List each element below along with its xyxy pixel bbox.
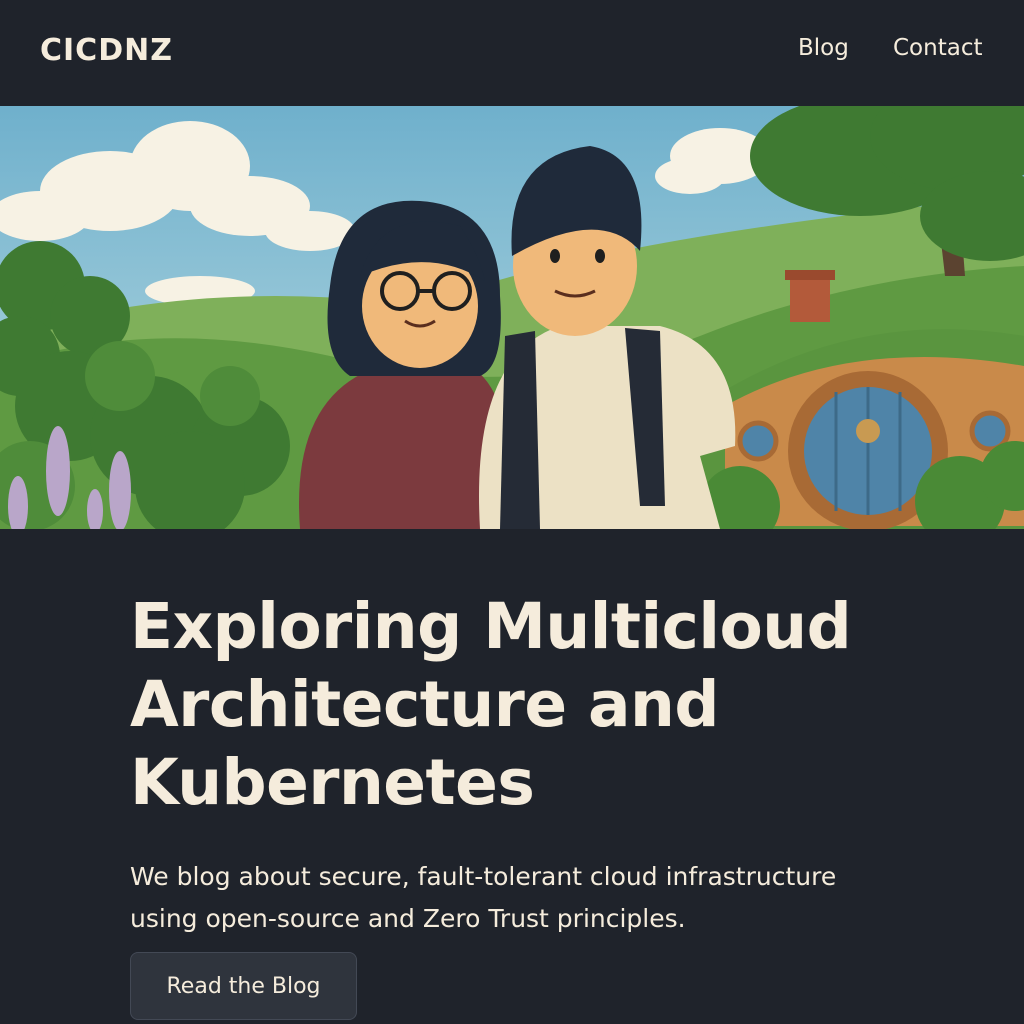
subtext-line-2: using open-source and Zero Trust princip… (130, 904, 686, 933)
nav-link-blog[interactable]: Blog (798, 35, 849, 61)
page-headline: Exploring Multicloud Architecture and Ku… (130, 588, 990, 822)
read-the-blog-button[interactable]: Read the Blog (130, 952, 357, 1020)
hero-image (0, 106, 1024, 529)
page-subtext: We blog about secure, fault-tolerant clo… (130, 856, 930, 940)
nav-link-contact[interactable]: Contact (893, 35, 982, 61)
top-navbar: CICDNZ Blog Contact (0, 0, 1024, 106)
headline-line-2: Architecture and (130, 668, 719, 741)
hero-content: Exploring Multicloud Architecture and Ku… (130, 588, 990, 940)
headline-line-1: Exploring Multicloud (130, 590, 852, 663)
site-logo[interactable]: CICDNZ (40, 33, 173, 68)
headline-line-3: Kubernetes (130, 746, 535, 819)
hero-illustration (0, 106, 1024, 529)
subtext-line-1: We blog about secure, fault-tolerant clo… (130, 862, 837, 891)
